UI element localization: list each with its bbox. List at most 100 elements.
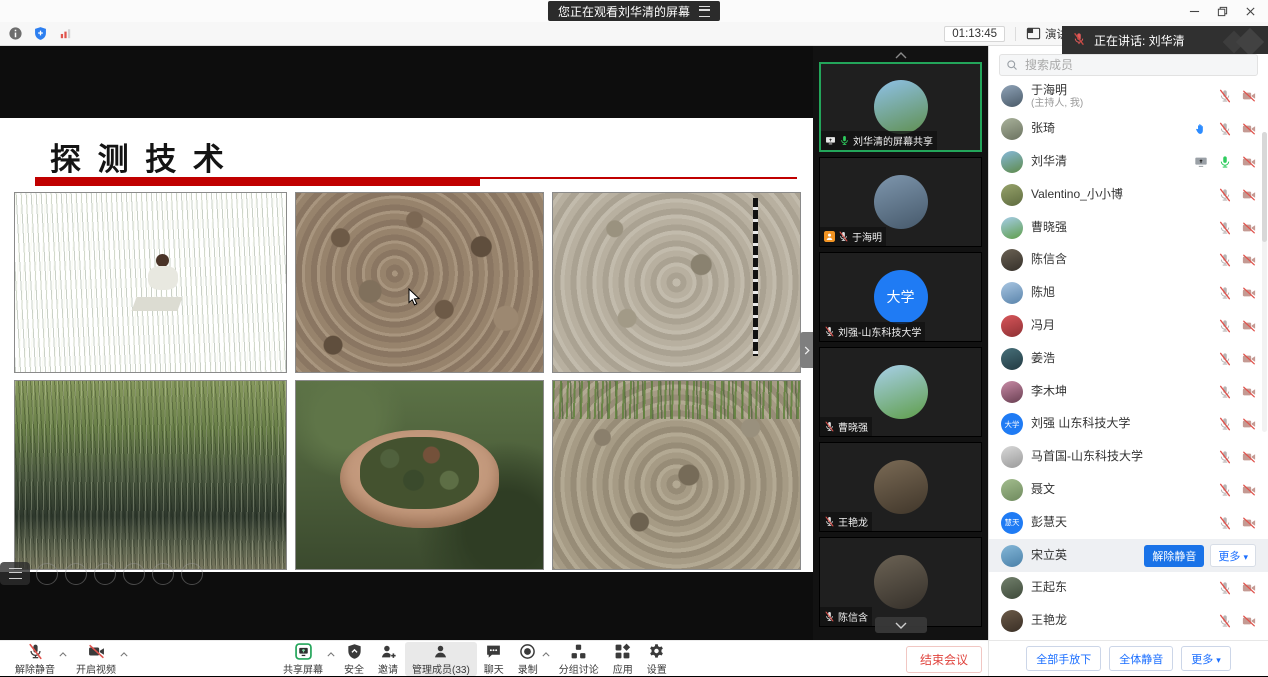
participant-row[interactable]: 姜浩	[989, 342, 1268, 375]
mic-muted-icon	[824, 516, 835, 527]
toolbar-settings-button[interactable]: 设置	[640, 642, 674, 676]
participant-row[interactable]: 慧天彭慧天	[989, 506, 1268, 539]
tile-name: 陈信含	[838, 609, 868, 624]
video-tile[interactable]: 于海明	[819, 157, 982, 247]
video-tile[interactable]: 刘华清的屏幕共享	[819, 62, 982, 152]
participant-row[interactable]: 马首国-山东科技大学	[989, 441, 1268, 474]
video-tile[interactable]: 陈信含	[819, 537, 982, 627]
participant-row[interactable]: 张琦	[989, 113, 1268, 146]
participant-row[interactable]: 刘华清	[989, 146, 1268, 179]
video-tile[interactable]: 大学刘强-山东科技大学	[819, 252, 982, 342]
participant-row[interactable]: 李木坤	[989, 375, 1268, 408]
network-signal-icon[interactable]	[58, 26, 73, 41]
mic-muted-icon	[1218, 483, 1232, 497]
mic-muted-icon	[838, 231, 849, 242]
layout-grid-icon	[1026, 26, 1041, 41]
participant-name: 姜浩	[1031, 352, 1055, 366]
search-icon	[1006, 59, 1018, 71]
participant-avatar	[1001, 282, 1023, 304]
filmstrip-scroll-down[interactable]	[875, 617, 927, 633]
screen-watching-banner: 您正在观看刘华清的屏幕	[548, 1, 720, 21]
mic-muted-icon	[1218, 319, 1232, 333]
toolbar-record-button[interactable]: 录制	[511, 642, 545, 676]
footer-more-button[interactable]: 更多 ▾	[1181, 646, 1231, 671]
chevron-up-icon[interactable]	[120, 652, 128, 657]
bottom-bar: 解除静音开启视频 共享屏幕安全邀请管理成员(33)聊天录制分组讨论应用设置 结束…	[0, 640, 1268, 676]
restore-button[interactable]	[1208, 0, 1236, 22]
tile-avatar	[874, 460, 928, 514]
measuring-ruler	[753, 198, 758, 356]
meeting-toolbar: 解除静音开启视频 共享屏幕安全邀请管理成员(33)聊天录制分组讨论应用设置 结束…	[0, 640, 988, 676]
chevron-up-icon[interactable]	[59, 652, 67, 657]
toolbar-share-screen-button[interactable]: 共享屏幕	[276, 642, 330, 676]
unmute-button[interactable]: 解除静音	[1144, 545, 1204, 567]
participant-name: 于海明	[1031, 84, 1083, 98]
chevron-up-icon[interactable]	[327, 652, 335, 657]
close-button[interactable]	[1236, 0, 1264, 22]
mic-muted-icon	[1218, 516, 1232, 530]
cam-off-icon	[1242, 417, 1256, 431]
cam-off-icon	[1242, 483, 1256, 497]
slide-photo-2	[295, 192, 544, 373]
participant-row[interactable]: 宋立英解除静音更多 ▾	[989, 539, 1268, 572]
footer-action-button[interactable]: 全部手放下	[1026, 646, 1101, 671]
scrollbar[interactable]	[1262, 132, 1267, 432]
invite-icon	[380, 643, 397, 660]
end-meeting-button[interactable]: 结束会议	[906, 646, 982, 673]
mic-muted-icon	[1218, 188, 1232, 202]
screenshare-icon	[1194, 155, 1208, 169]
tile-avatar	[874, 80, 928, 134]
cam-off-icon	[1242, 352, 1256, 366]
tile-label: 王艳龙	[820, 512, 872, 531]
participant-name: 陈旭	[1031, 286, 1055, 300]
filmstrip-scroll-up[interactable]	[813, 49, 988, 62]
tile-label: 曹晓强	[820, 417, 872, 436]
toolbar-members-button[interactable]: 管理成员(33)	[405, 642, 477, 676]
participant-row[interactable]: Valentino_小小博	[989, 178, 1268, 211]
chevron-up-icon[interactable]	[542, 652, 550, 657]
participant-row[interactable]: 大学刘强 山东科技大学	[989, 408, 1268, 441]
participant-row[interactable]: 于海明(主持人, 我)	[989, 80, 1268, 113]
participant-avatar	[1001, 381, 1023, 403]
security-shield-icon[interactable]	[33, 26, 48, 41]
toolbar-invite-button[interactable]: 邀请	[371, 642, 405, 676]
collapse-filmstrip-handle[interactable]	[800, 332, 813, 368]
participant-avatar	[1001, 479, 1023, 501]
participant-avatar	[1001, 184, 1023, 206]
participant-row[interactable]: 曹晓强	[989, 211, 1268, 244]
tile-label: 刘强-山东科技大学	[820, 322, 925, 341]
cam-off-icon	[1242, 155, 1256, 169]
toolbar-chat-button[interactable]: 聊天	[477, 642, 511, 676]
participant-avatar: 大学	[1001, 413, 1023, 435]
video-tile[interactable]: 王艳龙	[819, 442, 982, 532]
meeting-info-icon[interactable]	[8, 26, 23, 41]
participant-row[interactable]: 冯月	[989, 310, 1268, 343]
tile-name: 王艳龙	[838, 514, 868, 529]
participant-avatar	[1001, 577, 1023, 599]
more-button[interactable]: 更多 ▾	[1210, 544, 1256, 567]
mic-muted-icon	[1218, 417, 1232, 431]
toolbar-apps-button[interactable]: 应用	[606, 642, 640, 676]
participant-role: (主持人, 我)	[1031, 98, 1083, 110]
search-input[interactable]	[1023, 57, 1251, 73]
toolbar-breakout-button[interactable]: 分组讨论	[552, 642, 606, 676]
minimize-button[interactable]	[1180, 0, 1208, 22]
toolbar-mic-muted-dark-button[interactable]: 解除静音	[8, 642, 62, 676]
toolbar-shield-button[interactable]: 安全	[337, 642, 371, 676]
mic-muted-icon	[824, 326, 835, 337]
participant-avatar	[1001, 545, 1023, 567]
participant-row[interactable]: 陈旭	[989, 277, 1268, 310]
video-tile[interactable]: 曹晓强	[819, 347, 982, 437]
footer-action-button[interactable]: 全体静音	[1109, 646, 1173, 671]
participant-row[interactable]: 陈信含	[989, 244, 1268, 277]
tile-label: 于海明	[820, 227, 886, 246]
tile-label: 陈信含	[820, 607, 872, 626]
apps-icon	[614, 643, 631, 660]
banner-menu-icon[interactable]	[699, 6, 710, 17]
slideshow-controls	[36, 563, 203, 585]
search-box[interactable]	[999, 54, 1258, 76]
toolbar-cam-off-dark-button[interactable]: 开启视频	[69, 642, 123, 676]
participant-row[interactable]: 聂文	[989, 474, 1268, 507]
participant-row[interactable]: 王起东	[989, 572, 1268, 605]
participant-row[interactable]: 王艳龙	[989, 605, 1268, 638]
